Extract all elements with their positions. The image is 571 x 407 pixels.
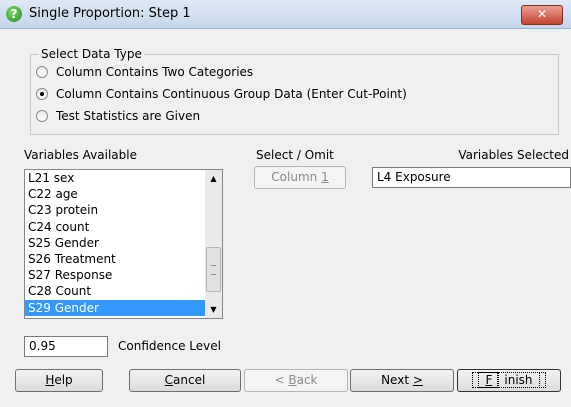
finish-button[interactable]: Finish — [457, 369, 561, 392]
list-item[interactable]: S25 Gender — [25, 235, 222, 251]
back-prefix: < — [274, 373, 289, 387]
variables-available-label: Variables Available — [24, 148, 137, 162]
select-omit-label: Select / Omit — [256, 148, 334, 162]
list-items: L21 sex C22 age C23 protein C24 count S25 Ge… — [25, 170, 222, 316]
radio-indicator[interactable] — [36, 110, 48, 122]
confidence-level-value: 0.95 — [29, 339, 56, 353]
radio-indicator[interactable] — [36, 88, 48, 100]
app-help-icon: ? — [6, 6, 22, 22]
dialog-body: Select Data Type Column Contains Two Cat… — [0, 29, 571, 407]
cancel-button[interactable]: Cancel — [129, 369, 241, 392]
finish-label: Finish — [472, 372, 546, 388]
data-type-group: Select Data Type Column Contains Two Cat… — [30, 47, 559, 135]
list-item[interactable]: L21 sex — [25, 170, 222, 186]
radio-label: Column Contains Continuous Group Data (E… — [56, 87, 407, 101]
close-icon: ✕ — [536, 7, 548, 21]
list-item[interactable]: S26 Treatment — [25, 251, 222, 267]
column-button-prefix: Column — [271, 170, 322, 184]
list-item[interactable]: S27 Response — [25, 267, 222, 283]
list-item[interactable]: C23 protein — [25, 202, 222, 218]
list-item[interactable]: C28 Count — [25, 283, 222, 299]
finish-rest: inish — [497, 372, 540, 388]
radio-label: Column Contains Two Categories — [56, 65, 254, 79]
next-key: > — [412, 373, 423, 387]
radio-test-statistics[interactable]: Test Statistics are Given — [36, 108, 200, 124]
radio-label: Test Statistics are Given — [56, 109, 201, 123]
cancel-key: C — [164, 373, 174, 387]
back-key: B — [288, 373, 297, 387]
variables-selected-label: Variables Selected — [458, 148, 569, 162]
next-button[interactable]: Next > — [350, 369, 454, 392]
radio-continuous-group[interactable]: Column Contains Continuous Group Data (E… — [36, 86, 407, 102]
window-title: Single Proportion: Step 1 — [29, 6, 191, 21]
back-button[interactable]: < Back — [244, 369, 348, 392]
variables-selected-field[interactable]: L4 Exposure — [372, 167, 571, 188]
help-rest: elp — [54, 373, 73, 387]
radio-two-categories[interactable]: Column Contains Two Categories — [36, 64, 253, 80]
column-select-button[interactable]: Column 1 — [254, 166, 346, 189]
data-type-legend: Select Data Type — [41, 47, 142, 61]
confidence-level-input[interactable]: 0.95 — [24, 336, 108, 357]
scroll-thumb[interactable] — [206, 247, 221, 292]
column-button-key: 1 — [321, 170, 329, 184]
scroll-down-arrow-icon[interactable]: ▼ — [205, 301, 222, 318]
list-item[interactable]: C22 age — [25, 186, 222, 202]
variables-selected-value: L4 Exposure — [377, 170, 451, 184]
scroll-up-arrow-icon[interactable]: ▲ — [205, 170, 222, 187]
title-bar: ? Single Proportion: Step 1 ✕ — [0, 0, 571, 29]
confidence-level-label: Confidence Level — [118, 339, 221, 353]
finish-key: F — [478, 372, 500, 388]
cancel-rest: ancel — [173, 373, 206, 387]
list-scrollbar[interactable]: ▲ ▼ — [205, 170, 222, 318]
back-rest: ack — [296, 373, 318, 387]
variables-available-list[interactable]: L21 sex C22 age C23 protein C24 count S25 Ge… — [24, 169, 223, 319]
help-button[interactable]: Help — [15, 369, 103, 392]
help-key: H — [45, 373, 55, 387]
close-button[interactable]: ✕ — [521, 5, 563, 25]
next-prefix: Next — [381, 373, 413, 387]
radio-indicator[interactable] — [36, 66, 48, 78]
list-item[interactable]: C24 count — [25, 219, 222, 235]
list-item[interactable]: S29 Gender — [25, 299, 222, 316]
